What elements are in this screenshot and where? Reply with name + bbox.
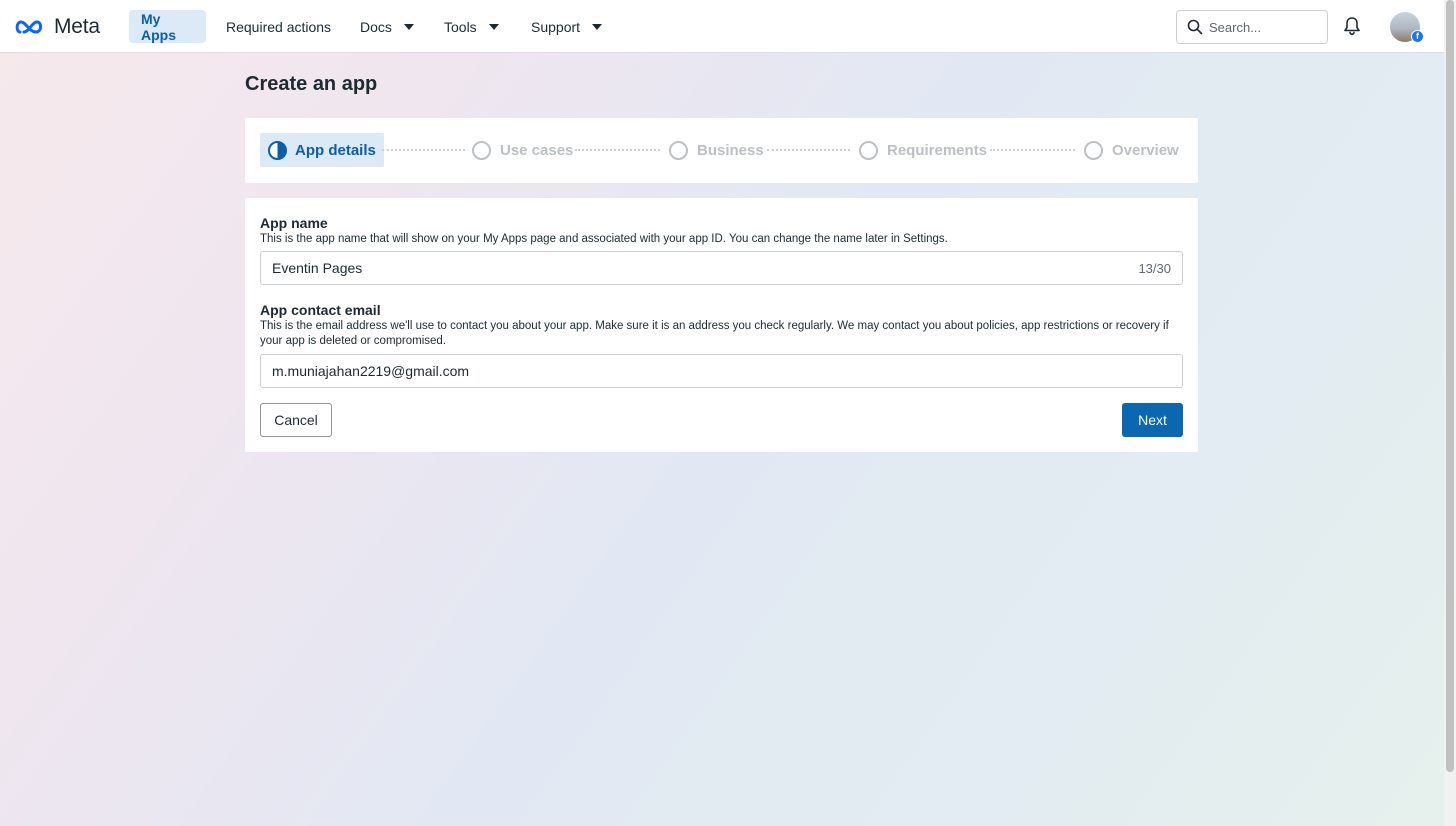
contact-email-field[interactable] bbox=[260, 354, 1183, 388]
contact-email-input[interactable] bbox=[272, 363, 1171, 379]
next-button[interactable]: Next bbox=[1122, 403, 1183, 437]
scrollbar-thumb[interactable] bbox=[1446, 0, 1454, 772]
nav-required-actions[interactable]: Required actions bbox=[214, 10, 343, 43]
step-connector bbox=[382, 149, 465, 151]
nav-support[interactable]: Support bbox=[519, 10, 614, 43]
search-input[interactable] bbox=[1209, 19, 1319, 35]
empty-circle-icon bbox=[859, 140, 878, 160]
chevron-down-icon bbox=[592, 23, 603, 30]
facebook-icon: f bbox=[1411, 30, 1424, 43]
half-circle-progress-icon bbox=[268, 140, 287, 160]
notification-bell-icon[interactable] bbox=[1341, 15, 1363, 37]
step-business: Business bbox=[669, 133, 764, 167]
step-connector bbox=[767, 149, 850, 151]
app-name-label: App name bbox=[260, 215, 328, 231]
step-overview-label: Overview bbox=[1112, 141, 1179, 159]
character-counter: 13/30 bbox=[1138, 260, 1171, 276]
empty-circle-icon bbox=[669, 140, 688, 160]
nav-docs-label: Docs bbox=[360, 18, 392, 35]
nav-required-actions-label: Required actions bbox=[226, 18, 332, 35]
step-connector bbox=[990, 149, 1075, 151]
step-use-cases-label: Use cases bbox=[500, 141, 574, 159]
step-requirements-label: Requirements bbox=[887, 141, 988, 159]
step-requirements: Requirements bbox=[859, 133, 987, 167]
step-connector bbox=[575, 149, 660, 151]
search-box[interactable] bbox=[1176, 10, 1328, 44]
app-name-input[interactable] bbox=[272, 260, 1139, 276]
chevron-down-icon bbox=[488, 23, 499, 30]
nav-my-apps[interactable]: My Apps bbox=[129, 10, 206, 43]
step-app-details-label: App details bbox=[295, 141, 376, 159]
step-use-cases: Use cases bbox=[472, 133, 573, 167]
top-navigation-bar: Meta My Apps Required actions Docs Tools… bbox=[0, 0, 1444, 53]
contact-email-label: App contact email bbox=[260, 302, 381, 318]
cancel-button[interactable]: Cancel bbox=[260, 403, 332, 437]
app-name-hint: This is the app name that will show on y… bbox=[260, 233, 948, 245]
chevron-down-icon bbox=[403, 23, 414, 30]
contact-email-hint: This is the email address we'll use to c… bbox=[260, 320, 1169, 347]
search-icon bbox=[1187, 19, 1203, 35]
empty-circle-icon bbox=[1084, 140, 1103, 160]
app-details-form: App name This is the app name that will … bbox=[245, 198, 1198, 452]
meta-logo-text: Meta bbox=[54, 15, 100, 38]
page-title: Create an app bbox=[245, 73, 378, 95]
step-app-details: App details bbox=[260, 133, 384, 167]
step-overview: Overview bbox=[1084, 133, 1179, 167]
avatar[interactable]: f bbox=[1390, 12, 1424, 43]
nav-my-apps-label: My Apps bbox=[141, 10, 176, 43]
nav-tools-label: Tools bbox=[444, 18, 477, 35]
app-name-field[interactable]: 13/30 bbox=[260, 251, 1183, 285]
empty-circle-icon bbox=[472, 140, 491, 160]
meta-infinity-icon bbox=[15, 20, 43, 34]
nav-docs[interactable]: Docs bbox=[348, 10, 426, 43]
step-business-label: Business bbox=[697, 141, 764, 159]
nav-support-label: Support bbox=[531, 18, 581, 35]
nav-tools[interactable]: Tools bbox=[432, 10, 511, 43]
progress-stepper: App details Use cases Business Requireme… bbox=[245, 118, 1198, 183]
meta-logo[interactable]: Meta bbox=[15, 15, 100, 39]
